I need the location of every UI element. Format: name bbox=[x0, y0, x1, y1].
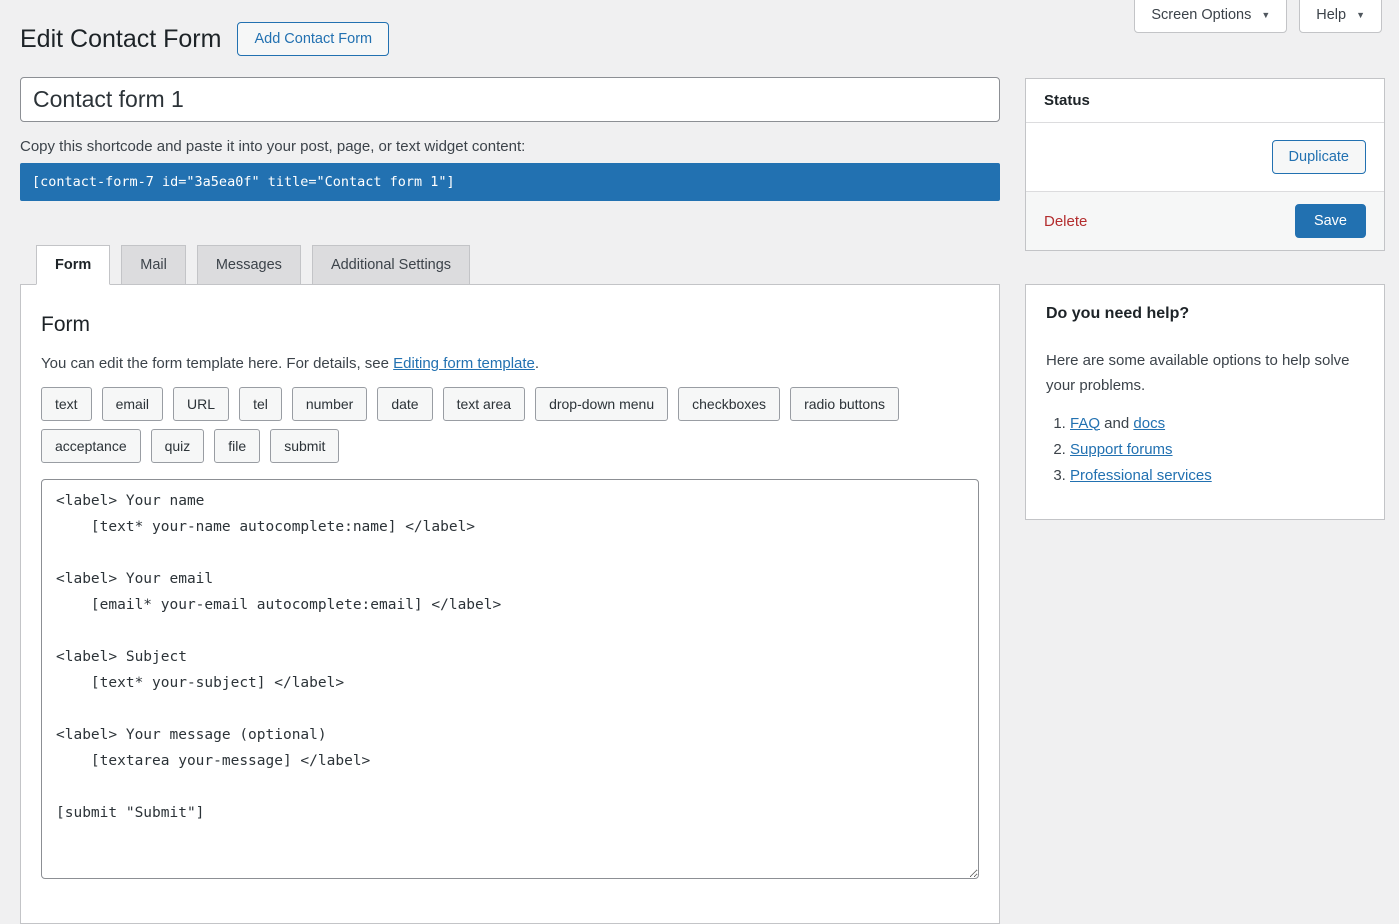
tag-button-text-area[interactable]: text area bbox=[443, 387, 525, 421]
tag-button-acceptance[interactable]: acceptance bbox=[41, 429, 141, 463]
help-item-professional-services: Professional services bbox=[1070, 467, 1364, 484]
status-box-footer: Delete Save bbox=[1026, 191, 1384, 250]
tag-button-number[interactable]: number bbox=[292, 387, 367, 421]
status-box-body: Duplicate bbox=[1026, 123, 1384, 191]
add-contact-form-button[interactable]: Add Contact Form bbox=[237, 22, 389, 56]
tag-button-file[interactable]: file bbox=[214, 429, 260, 463]
panel-heading: Form bbox=[41, 313, 979, 337]
help-label: Help bbox=[1316, 7, 1346, 23]
help-heading: Do you need help? bbox=[1046, 305, 1364, 323]
page-title: Edit Contact Form bbox=[20, 25, 221, 54]
help-item-support-forums: Support forums bbox=[1070, 441, 1364, 458]
screen-options-button[interactable]: Screen Options ▼ bbox=[1134, 0, 1287, 33]
tag-button-tel[interactable]: tel bbox=[239, 387, 282, 421]
tag-button-drop-down-menu[interactable]: drop-down menu bbox=[535, 387, 668, 421]
help-button[interactable]: Help ▼ bbox=[1299, 0, 1382, 33]
help-intro: Here are some available options to help … bbox=[1046, 349, 1364, 399]
help-box: Do you need help? Here are some availabl… bbox=[1025, 284, 1385, 520]
top-toolbar: Screen Options ▼ Help ▼ bbox=[1134, 0, 1382, 33]
save-button[interactable]: Save bbox=[1295, 204, 1366, 238]
help-links-list: FAQ and docs Support forums Professional… bbox=[1046, 415, 1364, 484]
delete-link[interactable]: Delete bbox=[1044, 213, 1087, 230]
tag-button-text[interactable]: text bbox=[41, 387, 92, 421]
tag-button-radio-buttons[interactable]: radio buttons bbox=[790, 387, 899, 421]
status-heading: Status bbox=[1044, 92, 1366, 109]
page-header: Edit Contact Form Add Contact Form bbox=[20, 0, 1000, 56]
editing-form-template-link[interactable]: Editing form template bbox=[393, 355, 535, 372]
sidebar: Status Duplicate Delete Save Do you need… bbox=[1025, 78, 1385, 520]
tag-button-email[interactable]: email bbox=[102, 387, 163, 421]
tab-additional-settings[interactable]: Additional Settings bbox=[312, 245, 470, 285]
screen-options-label: Screen Options bbox=[1151, 7, 1251, 23]
professional-services-link[interactable]: Professional services bbox=[1070, 467, 1212, 484]
form-title-input[interactable] bbox=[20, 77, 1000, 122]
tag-button-quiz[interactable]: quiz bbox=[151, 429, 205, 463]
tag-button-date[interactable]: date bbox=[377, 387, 432, 421]
shortcode-field[interactable]: [contact-form-7 id="3a5ea0f" title="Cont… bbox=[20, 163, 1000, 201]
tab-messages[interactable]: Messages bbox=[197, 245, 301, 285]
status-box-header: Status bbox=[1026, 79, 1384, 123]
main-content: Edit Contact Form Add Contact Form Copy … bbox=[20, 0, 1000, 924]
tab-mail[interactable]: Mail bbox=[121, 245, 186, 285]
docs-link[interactable]: docs bbox=[1133, 415, 1165, 432]
description-period: . bbox=[535, 355, 539, 372]
help-item-faq-docs: FAQ and docs bbox=[1070, 415, 1364, 432]
tag-generator-buttons: text email URL tel number date text area… bbox=[41, 387, 979, 463]
description-text: You can edit the form template here. For… bbox=[41, 355, 393, 372]
shortcode-hint: Copy this shortcode and paste it into yo… bbox=[20, 138, 1000, 155]
tag-button-url[interactable]: URL bbox=[173, 387, 229, 421]
dropdown-arrow-icon: ▼ bbox=[1356, 11, 1365, 20]
duplicate-button[interactable]: Duplicate bbox=[1272, 140, 1366, 174]
faq-link[interactable]: FAQ bbox=[1070, 415, 1100, 432]
tab-form[interactable]: Form bbox=[36, 245, 110, 285]
dropdown-arrow-icon: ▼ bbox=[1261, 11, 1270, 20]
shortcode-value: [contact-form-7 id="3a5ea0f" title="Cont… bbox=[32, 174, 455, 190]
support-forums-link[interactable]: Support forums bbox=[1070, 441, 1173, 458]
help-item-connector: and bbox=[1100, 415, 1133, 432]
form-template-editor[interactable]: <label> Your name [text* your-name autoc… bbox=[41, 479, 979, 879]
tag-button-checkboxes[interactable]: checkboxes bbox=[678, 387, 780, 421]
panel-description: You can edit the form template here. For… bbox=[41, 355, 979, 372]
form-panel: Form You can edit the form template here… bbox=[20, 284, 1000, 924]
status-box: Status Duplicate Delete Save bbox=[1025, 78, 1385, 251]
editor-tabs: Form Mail Messages Additional Settings bbox=[20, 245, 1000, 284]
tag-button-submit[interactable]: submit bbox=[270, 429, 339, 463]
